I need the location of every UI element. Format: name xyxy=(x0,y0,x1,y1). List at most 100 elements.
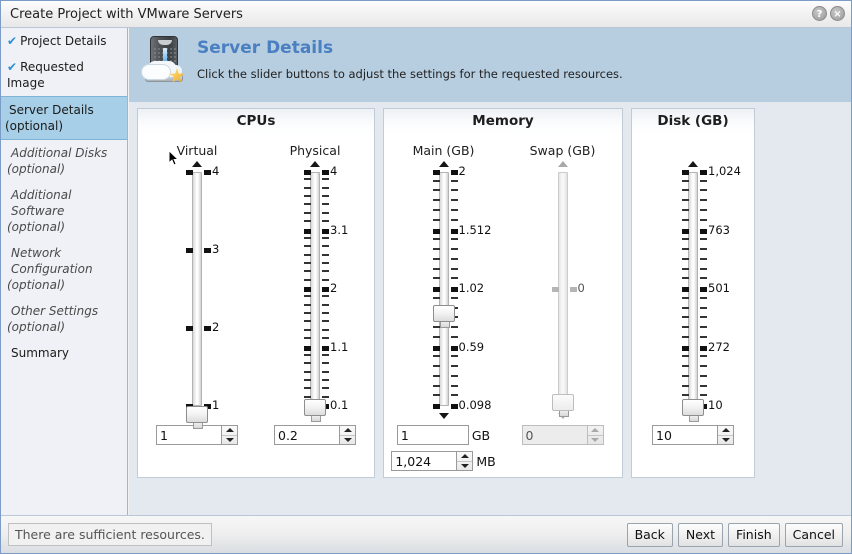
disk-gb-disk-gb--tick-label: 272 xyxy=(708,339,730,354)
memory-main-gb--slider-thumb[interactable] xyxy=(432,305,455,329)
memory-main-gb--tick-label: 2 xyxy=(458,164,466,178)
memory-main-gb--tick-scale-left xyxy=(414,170,440,409)
disk-gb-disk-gb--slider[interactable]: 1,024 763 501 272 10 xyxy=(638,161,748,422)
panel-title: CPUs xyxy=(138,109,374,135)
tick-mark-icon xyxy=(700,287,707,292)
tick-mark-icon xyxy=(682,306,689,309)
sidebar-item-network-configuration[interactable]: Network Configuration (optional) xyxy=(1,240,127,298)
cpus-physical-spinner-up-icon[interactable] xyxy=(340,426,355,435)
disk-gb-disk-gb--tick-label: 501 xyxy=(708,281,730,295)
memory-main-gb--field-row: GB xyxy=(384,425,503,445)
tick-mark-icon xyxy=(432,199,440,202)
sidebar-item-additional-software[interactable]: Additional Software (optional) xyxy=(1,182,127,240)
cpus-physical-input[interactable] xyxy=(274,425,340,445)
tick-mark-icon xyxy=(304,362,311,365)
memory-main-gb--mb-input[interactable] xyxy=(391,451,458,471)
cpus-virtual-spinner-up-icon[interactable] xyxy=(222,426,237,435)
tick-mark-icon xyxy=(432,238,440,241)
memory-main-gb--mb-spinner-up-icon[interactable] xyxy=(457,452,472,461)
memory-main-gb--mb-spinner xyxy=(391,451,474,471)
tick-mark-icon xyxy=(682,325,689,328)
tick-mark-icon xyxy=(322,328,329,331)
tick-mark-icon xyxy=(700,345,707,351)
sidebar-item-additional-disks[interactable]: Additional Disks (optional) xyxy=(1,140,127,182)
tick-mark-icon xyxy=(700,189,707,192)
finish-button[interactable]: Finish xyxy=(728,522,780,547)
server-cloud-icon xyxy=(141,36,189,92)
tick-mark-icon xyxy=(186,247,193,253)
tick-mark-icon xyxy=(450,287,458,292)
next-button[interactable]: Next xyxy=(677,522,724,547)
tick-mark-icon xyxy=(304,353,311,356)
cpus-virtual-increase-arrow-icon[interactable] xyxy=(192,161,202,167)
sidebar-item-server-details[interactable]: Server Details (optional) xyxy=(1,96,127,140)
cpus-physical-slider[interactable]: 4 3.1 2 1.1 0.1 xyxy=(260,161,370,422)
tick-mark-icon xyxy=(322,245,329,248)
help-icon[interactable]: ? xyxy=(812,6,827,21)
sidebar-item-other-settings[interactable]: Other Settings (optional) xyxy=(1,298,127,340)
memory-swap-gb--spinner-up-icon[interactable] xyxy=(588,426,603,435)
tick-mark-icon xyxy=(569,287,577,292)
disk-gb-disk-gb--spinner-down-icon[interactable] xyxy=(718,434,733,445)
tick-mark-icon xyxy=(322,220,329,223)
disk-gb-disk-gb--spinner-up-icon[interactable] xyxy=(718,426,733,435)
memory-main-gb--input[interactable] xyxy=(396,425,469,445)
memory-main-gb--mb-spinner-buttons xyxy=(457,451,474,471)
cpus-physical-increase-arrow-icon[interactable] xyxy=(310,161,320,167)
tick-mark-icon xyxy=(322,261,329,264)
disk-gb-disk-gb--slider-track[interactable] xyxy=(688,172,698,406)
cpus-virtual-slider-thumb[interactable] xyxy=(186,406,208,429)
tick-mark-icon xyxy=(304,220,311,223)
tick-mark-icon xyxy=(700,325,707,328)
disk-gb-disk-gb--slider-thumb[interactable] xyxy=(682,398,704,422)
disk-gb-disk-gb--increase-arrow-icon[interactable] xyxy=(688,161,698,167)
memory-main-gb--mb-spinner-down-icon[interactable] xyxy=(457,460,473,471)
sidebar-item-project-details[interactable]: ✔ Project Details xyxy=(1,28,127,54)
cpus-physical-slider-thumb[interactable] xyxy=(304,398,326,422)
panel-memory: Memory Main (GB) 2 1.512 1.02 0.59 0.098 GB MB Sw… xyxy=(383,108,623,478)
tick-mark-icon xyxy=(304,287,311,292)
memory-main-gb--decrease-arrow-icon[interactable] xyxy=(438,413,449,419)
tick-mark-icon xyxy=(682,374,689,377)
memory-main-gb--tick-label: 0.098 xyxy=(458,398,492,412)
tick-mark-icon xyxy=(432,335,440,338)
memory-swap-gb--input[interactable] xyxy=(521,425,588,445)
memory-main-gb--slider-track[interactable] xyxy=(438,172,449,406)
memory-swap-gb--slider[interactable]: 0 xyxy=(508,161,618,419)
cpus-virtual-tick-scale-right: 4 3 2 1 xyxy=(204,164,230,412)
back-button[interactable]: Back xyxy=(626,522,673,547)
tick-mark-icon xyxy=(432,257,440,260)
cpus-virtual-input[interactable] xyxy=(156,425,222,445)
memory-swap-gb--spinner-down-icon[interactable] xyxy=(587,434,603,445)
tick-mark-icon xyxy=(682,287,689,292)
cpus-virtual-slider-track[interactable] xyxy=(192,172,202,406)
cpus-physical-slider-track[interactable] xyxy=(310,172,320,406)
tick-mark-icon xyxy=(450,199,458,202)
tick-mark-icon xyxy=(304,370,311,373)
disk-gb-disk-gb--tick-label: 10 xyxy=(708,398,723,412)
disk-gb-disk-gb--input[interactable] xyxy=(652,425,718,445)
tick-mark-icon xyxy=(186,170,193,175)
memory-swap-gb--field-row xyxy=(503,425,622,445)
cpus-virtual-slider[interactable]: 4 3 2 1 xyxy=(142,161,252,429)
disk-gb-disk-gb--spinner xyxy=(652,425,734,445)
sidebar-item-requested-image[interactable]: ✔ Requested Image xyxy=(1,54,127,96)
memory-main-gb--increase-arrow-icon[interactable] xyxy=(438,161,449,167)
tick-mark-icon xyxy=(304,245,311,248)
cancel-button[interactable]: Cancel xyxy=(784,522,843,547)
wizard-step-sidebar: ✔ Project Details ✔ Requested Image Server D… xyxy=(1,28,128,516)
panel-cpus: CPUs Virtual 4 3 2 1 Physical 4 3.1 2 1.1 0.1 xyxy=(137,108,375,478)
cpus-virtual-spinner-down-icon[interactable] xyxy=(222,434,237,445)
tick-mark-icon xyxy=(304,337,311,340)
memory-main-gb--slider[interactable]: 2 1.512 1.02 0.59 0.098 xyxy=(389,161,499,419)
memory-swap-gb--slider-track[interactable] xyxy=(557,172,568,406)
cpus-physical-tick-label: 1.1 xyxy=(330,339,349,354)
cpus-physical-spinner-down-icon[interactable] xyxy=(340,434,355,445)
tick-mark-icon xyxy=(304,253,311,256)
tick-mark-icon xyxy=(432,179,440,182)
sidebar-item-summary[interactable]: Summary xyxy=(1,340,127,366)
tick-mark-icon xyxy=(700,335,707,338)
tick-mark-icon xyxy=(432,374,440,377)
close-icon[interactable]: × xyxy=(830,6,845,21)
memory-swap-gb--slider-thumb[interactable] xyxy=(551,394,574,418)
